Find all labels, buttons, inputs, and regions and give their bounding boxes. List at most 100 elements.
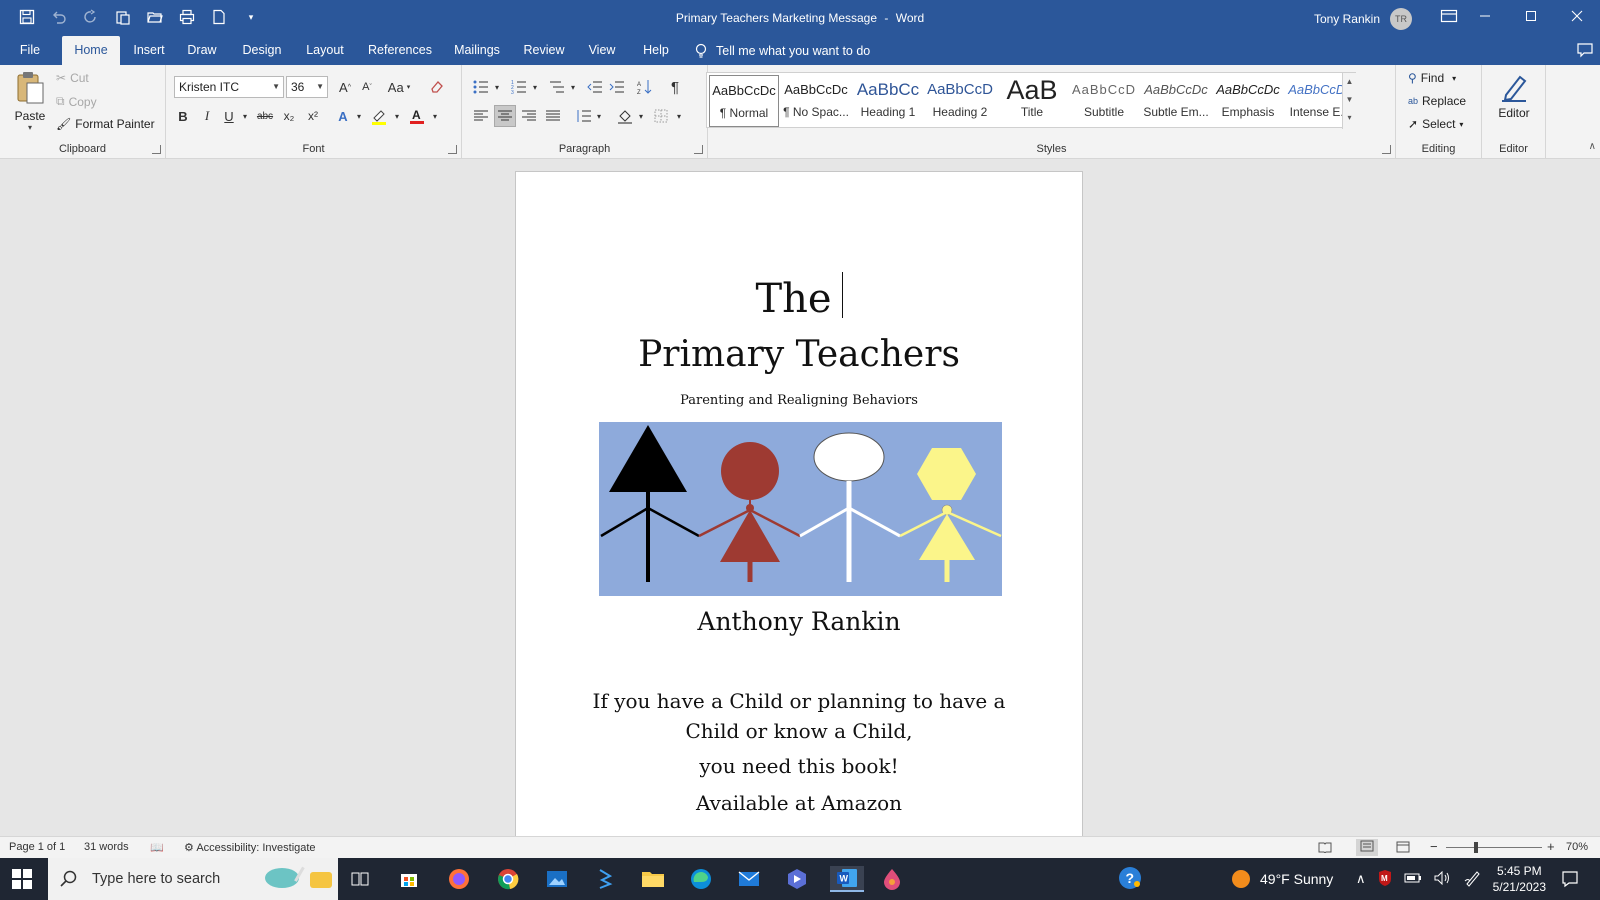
paste-button[interactable]: Paste ▾	[12, 71, 48, 132]
show-formatting-icon[interactable]: ¶	[664, 76, 686, 98]
cover-stick-figures-image[interactable]	[599, 422, 1002, 596]
style-emphasis[interactable]: AaBbCcDc Emphasis	[1213, 75, 1283, 127]
word-count[interactable]: 31 words	[84, 841, 129, 853]
doc-body-paragraph-1[interactable]: If you have a Child or planning to have …	[516, 686, 1082, 746]
notifications-icon[interactable]	[1556, 866, 1584, 892]
help-tips-icon[interactable]: ?	[1116, 865, 1144, 891]
mcafee-icon[interactable]: M	[1378, 869, 1392, 889]
edge-icon[interactable]	[687, 866, 715, 892]
taskbar-search-input[interactable]: Type here to search	[48, 858, 338, 900]
chrome-icon[interactable]	[494, 866, 522, 892]
doc-heading-primary-teachers[interactable]: Primary Teachers	[516, 334, 1082, 375]
microsoft-store-icon[interactable]	[395, 866, 423, 892]
superscript-button[interactable]: x²	[302, 105, 324, 127]
paint-app-icon[interactable]	[878, 866, 906, 892]
grow-font-icon[interactable]: A ^	[334, 76, 356, 98]
font-name-combo[interactable]: Kristen ITC ▼	[174, 76, 284, 98]
chevron-up-icon[interactable]: ∧	[1356, 871, 1366, 887]
web-layout-icon[interactable]	[1396, 841, 1410, 856]
underline-dropdown-icon[interactable]: ▾	[234, 105, 256, 127]
format-painter-button[interactable]: 🖌 Format Painter	[56, 117, 155, 131]
style-subtitle[interactable]: AaBbCcD Subtitle	[1069, 75, 1139, 127]
style-no-spacing[interactable]: AaBbCcDc ¶ No Spac...	[781, 75, 851, 127]
text-effects-dropdown-icon[interactable]: ▾	[348, 105, 370, 127]
doc-body-paragraph-3[interactable]: Available at Amazon	[516, 791, 1082, 815]
account-area[interactable]: Tony Rankin TR	[1314, 8, 1412, 30]
paste-dropdown-icon[interactable]: ▾	[12, 123, 48, 132]
line-spacing-dropdown-icon[interactable]: ▾	[588, 105, 610, 127]
shading-dropdown-icon[interactable]: ▾	[630, 105, 652, 127]
chevron-down-icon[interactable]: ▼	[1343, 91, 1356, 109]
find-button[interactable]: ⚲ Find ▾	[1408, 71, 1456, 85]
doc-body-paragraph-2[interactable]: you need this book!	[516, 754, 1082, 778]
change-case-button[interactable]: Aa ▾	[384, 76, 414, 98]
tab-design[interactable]: Design	[232, 36, 292, 65]
word-taskbar-icon[interactable]: W	[830, 866, 864, 892]
avatar[interactable]: TR	[1390, 8, 1412, 30]
document-canvas[interactable]: The Primary Teachers Parenting and Reali…	[0, 159, 1600, 841]
collapse-ribbon-icon[interactable]: ∧	[1589, 141, 1596, 152]
align-left-icon[interactable]	[470, 105, 492, 127]
task-view-icon[interactable]	[346, 866, 374, 892]
font-size-combo[interactable]: 36 ▼	[286, 76, 328, 98]
taskbar-clock[interactable]: 5:45 PM 5/21/2023	[1493, 863, 1546, 895]
bold-button[interactable]: B	[172, 105, 194, 127]
accessibility-status[interactable]: ⚙ Accessibility: Investigate	[184, 841, 316, 854]
tab-help[interactable]: Help	[634, 36, 678, 65]
tab-view[interactable]: View	[580, 36, 624, 65]
styles-launcher-icon[interactable]	[1382, 145, 1391, 154]
photos-app-icon[interactable]	[543, 866, 571, 892]
bullets-dropdown-icon[interactable]: ▾	[486, 76, 508, 98]
document-page[interactable]: The Primary Teachers Parenting and Reali…	[515, 171, 1083, 841]
decrease-indent-icon[interactable]	[584, 76, 606, 98]
tell-me-search[interactable]: Tell me what you want to do	[694, 36, 870, 65]
comments-icon[interactable]	[1576, 41, 1594, 59]
zoom-slider[interactable]	[1446, 847, 1542, 848]
italic-button[interactable]: I	[196, 105, 218, 127]
maximize-icon[interactable]	[1508, 0, 1554, 32]
zoom-out-button[interactable]: −	[1430, 839, 1438, 854]
zoom-level[interactable]: 70%	[1566, 841, 1588, 853]
style-title[interactable]: AaB Title	[997, 75, 1067, 127]
styles-gallery-scroll[interactable]: ▲ ▼ ▾	[1342, 73, 1356, 129]
strikethrough-button[interactable]: abc	[254, 105, 276, 127]
align-center-icon[interactable]	[494, 105, 516, 127]
style-heading-2[interactable]: AaBbCcD Heading 2	[925, 75, 995, 127]
minimize-icon[interactable]	[1462, 0, 1508, 32]
doc-subtitle[interactable]: Parenting and Realigning Behaviors	[516, 393, 1082, 408]
font-color-dropdown-icon[interactable]: ▾	[424, 105, 446, 127]
windows-start-icon[interactable]	[12, 869, 32, 889]
tab-references[interactable]: References	[362, 36, 438, 65]
ribbon-display-options-icon[interactable]	[1440, 8, 1458, 24]
numbering-dropdown-icon[interactable]: ▾	[524, 76, 546, 98]
read-mode-icon[interactable]	[1318, 841, 1332, 856]
visual-studio-icon[interactable]	[591, 866, 619, 892]
zoom-in-button[interactable]: +	[1547, 839, 1555, 854]
highlight-dropdown-icon[interactable]: ▾	[386, 105, 408, 127]
proofing-icon[interactable]: 📖	[150, 841, 164, 854]
firefox-icon[interactable]	[445, 866, 473, 892]
tab-draw[interactable]: Draw	[180, 36, 224, 65]
volume-icon[interactable]	[1434, 870, 1452, 888]
sort-icon[interactable]: AZ	[634, 76, 656, 98]
style-heading-1[interactable]: AaBbCc Heading 1	[853, 75, 923, 127]
multilevel-dropdown-icon[interactable]: ▾	[562, 76, 584, 98]
tab-review[interactable]: Review	[518, 36, 570, 65]
close-icon[interactable]	[1554, 0, 1600, 32]
subscript-button[interactable]: x₂	[278, 105, 300, 127]
font-launcher-icon[interactable]	[448, 145, 457, 154]
tab-insert[interactable]: Insert	[126, 36, 172, 65]
tab-layout[interactable]: Layout	[298, 36, 352, 65]
tab-file[interactable]: File	[8, 36, 52, 65]
pen-workspace-icon[interactable]	[1464, 869, 1482, 890]
weather-widget[interactable]: 49°F Sunny	[1230, 858, 1333, 900]
zoom-slider-thumb[interactable]	[1474, 842, 1478, 853]
clear-formatting-icon[interactable]	[426, 76, 448, 98]
copy-button[interactable]: ⧉ Copy	[56, 94, 97, 109]
style-normal[interactable]: AaBbCcDc ¶ Normal	[709, 75, 779, 127]
power-automate-icon[interactable]	[783, 866, 811, 892]
doc-author[interactable]: Anthony Rankin	[516, 607, 1082, 636]
replace-button[interactable]: ab Replace	[1408, 94, 1466, 108]
gallery-more-icon[interactable]: ▾	[1343, 109, 1356, 127]
clipboard-launcher-icon[interactable]	[152, 145, 161, 154]
